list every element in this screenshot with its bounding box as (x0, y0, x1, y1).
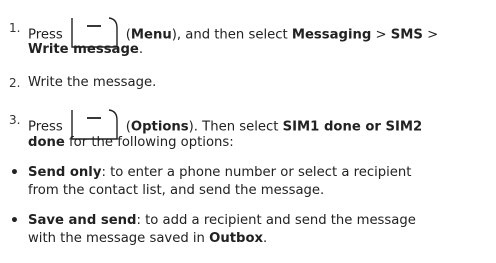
option-description-text: with the message saved in (28, 231, 210, 246)
bullet-text: Send only: to enter a phone number or se… (28, 164, 411, 182)
bullet-icon: • (10, 213, 19, 229)
press-text: Press (28, 119, 63, 135)
step-text: Write message. (28, 41, 143, 59)
option-description: from the contact list, and send the mess… (28, 183, 325, 198)
step-text-mid: ), and then select (171, 27, 288, 43)
period: . (263, 231, 268, 246)
step-text-rest: for the following options: (64, 135, 234, 150)
option-description: : to enter a phone number or select a re… (101, 165, 412, 180)
step-text: Write the message. (28, 75, 157, 90)
bullet-icon: • (10, 165, 19, 181)
sim-option: SIM1 done or SIM2 (282, 119, 423, 135)
menu-path-sms: SMS (390, 27, 423, 43)
path-separator: > (371, 27, 391, 43)
outbox-label: Outbox (209, 231, 264, 246)
option-title: Send only (28, 165, 102, 180)
step-number: 3. (9, 113, 21, 127)
bullet-text: Save and send: to add a recipient and se… (28, 212, 416, 230)
step-text-mid: ). Then select (188, 119, 279, 135)
key-name: Options (130, 119, 189, 135)
sim-option-done: done (28, 135, 65, 150)
menu-path-messaging: Messaging (291, 27, 372, 43)
step-text: done for the following options: (28, 134, 234, 152)
menu-path-write-message: Write message (28, 42, 139, 57)
option-description: : to add a recipient and send the messag… (136, 213, 416, 228)
option-title: Save and send (28, 213, 137, 228)
option-description: with the message saved in Outbox. (28, 230, 267, 248)
path-separator: > (422, 27, 439, 43)
step-number: 1. (9, 21, 21, 35)
step-number: 2. (9, 76, 21, 90)
period: . (138, 42, 144, 57)
